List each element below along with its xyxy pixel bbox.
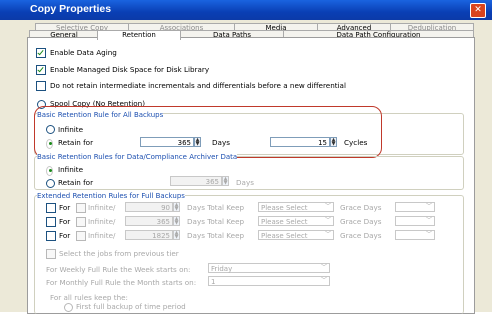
ext-row2-grace-label: Grace Days xyxy=(340,217,382,226)
chevron-down-icon: ﹀ xyxy=(320,277,327,284)
ext-row2-days-input[interactable]: 365 xyxy=(125,216,173,226)
ext-row3-for-label: For xyxy=(59,231,71,240)
ext-row3-infinite-checkbox[interactable] xyxy=(76,231,86,241)
title-bar: Copy Properties ✕ xyxy=(0,0,492,20)
chevron-down-icon: ﹀ xyxy=(324,231,331,238)
ext-row3-grace-select[interactable]: ﹀ xyxy=(395,230,435,240)
first-full-radio[interactable] xyxy=(64,303,73,312)
weekly-select[interactable]: Friday ﹀ xyxy=(208,263,330,273)
enable-managed-disk-label: Enable Managed Disk Space for Disk Libra… xyxy=(50,65,210,74)
weekly-label: For Weekly Full Rule the Week starts on: xyxy=(46,265,191,274)
select-jobs-label: Select the jobs from previous tier xyxy=(59,249,179,258)
ext-row3-select[interactable]: Please Select ﹀ xyxy=(258,230,334,240)
tab-retention[interactable]: Retention xyxy=(97,30,181,40)
ext-row3-infinite-label: Infinite/ xyxy=(88,231,116,240)
archiver-retention-title: Basic Retention Rules for Data/Complianc… xyxy=(37,153,238,161)
ext-row1-spinner[interactable]: ▲ ▼ xyxy=(173,202,180,212)
copy-properties-window: Copy Properties ✕ Selective Copy Associa… xyxy=(0,0,492,314)
archiver-days-input[interactable]: 365 xyxy=(170,176,222,186)
archiver-infinite-radio[interactable] xyxy=(46,166,53,176)
monthly-select-value: 1 xyxy=(211,278,216,286)
monthly-select[interactable]: 1 ﹀ xyxy=(208,276,330,286)
window-title: Copy Properties xyxy=(30,3,112,15)
archiver-retain-for-label: Retain for xyxy=(58,178,94,187)
ext-row1-days-total-keep: Days Total Keep xyxy=(187,203,245,212)
ext-row1-infinite-checkbox[interactable] xyxy=(76,203,86,213)
ext-row1-select[interactable]: Please Select ﹀ xyxy=(258,202,334,212)
ext-row1-for-label: For xyxy=(59,203,71,212)
ext-row2-spinner[interactable]: ▲ ▼ xyxy=(173,216,180,226)
weekly-select-value: Friday xyxy=(211,265,233,273)
chevron-down-icon: ﹀ xyxy=(324,217,331,224)
ext-row2-for-label: For xyxy=(59,217,71,226)
do-not-retain-label: Do not retain intermediate incrementals … xyxy=(50,81,346,90)
first-full-label: First full backup of time period xyxy=(76,302,186,311)
chevron-down-icon: ﹀ xyxy=(425,217,432,224)
chevron-down-icon: ﹀ xyxy=(425,231,432,238)
archiver-days-spinner[interactable]: ▲ ▼ xyxy=(222,176,229,186)
ext-row3-days-total-keep: Days Total Keep xyxy=(187,231,245,240)
extended-retention-title: Extended Retention Rules for Full Backup… xyxy=(37,192,185,200)
enable-managed-disk-checkbox[interactable] xyxy=(36,65,46,75)
ext-row3-for-checkbox[interactable] xyxy=(46,231,56,241)
ext-row1-select-value: Please Select xyxy=(261,204,308,212)
enable-data-aging-checkbox[interactable] xyxy=(36,48,46,58)
select-jobs-checkbox[interactable] xyxy=(46,249,56,259)
ext-row2-days-total-keep: Days Total Keep xyxy=(187,217,245,226)
chevron-down-icon: ﹀ xyxy=(320,264,327,271)
chevron-down-icon: ﹀ xyxy=(324,203,331,210)
ext-row3-days-input[interactable]: 1825 xyxy=(125,230,173,240)
ext-row2-select-value: Please Select xyxy=(261,218,308,226)
ext-row2-infinite-checkbox[interactable] xyxy=(76,217,86,227)
ext-row2-select[interactable]: Please Select ﹀ xyxy=(258,216,334,226)
ext-row3-spinner[interactable]: ▲ ▼ xyxy=(173,230,180,240)
close-button[interactable]: ✕ xyxy=(470,3,486,18)
all-rules-label: For all rules keep the: xyxy=(50,293,128,302)
ext-row2-for-checkbox[interactable] xyxy=(46,217,56,227)
ext-row1-for-checkbox[interactable] xyxy=(46,203,56,213)
archiver-infinite-label: Infinite xyxy=(58,165,83,174)
archiver-retain-for-radio[interactable] xyxy=(46,179,55,188)
ext-row2-infinite-label: Infinite/ xyxy=(88,217,116,226)
do-not-retain-checkbox[interactable] xyxy=(36,81,46,91)
ext-row1-infinite-label: Infinite/ xyxy=(88,203,116,212)
archiver-days-label: Days xyxy=(236,178,254,187)
ext-row3-grace-label: Grace Days xyxy=(340,231,382,240)
ext-row1-days-input[interactable]: 90 xyxy=(125,202,173,212)
monthly-label: For Monthly Full Rule the Month starts o… xyxy=(46,278,197,287)
chevron-down-icon: ﹀ xyxy=(425,203,432,210)
ext-row3-select-value: Please Select xyxy=(261,232,308,240)
enable-data-aging-label: Enable Data Aging xyxy=(50,48,117,57)
ext-row1-grace-select[interactable]: ﹀ xyxy=(395,202,435,212)
highlight-annotation xyxy=(34,106,382,158)
ext-row2-grace-select[interactable]: ﹀ xyxy=(395,216,435,226)
ext-row1-grace-label: Grace Days xyxy=(340,203,382,212)
